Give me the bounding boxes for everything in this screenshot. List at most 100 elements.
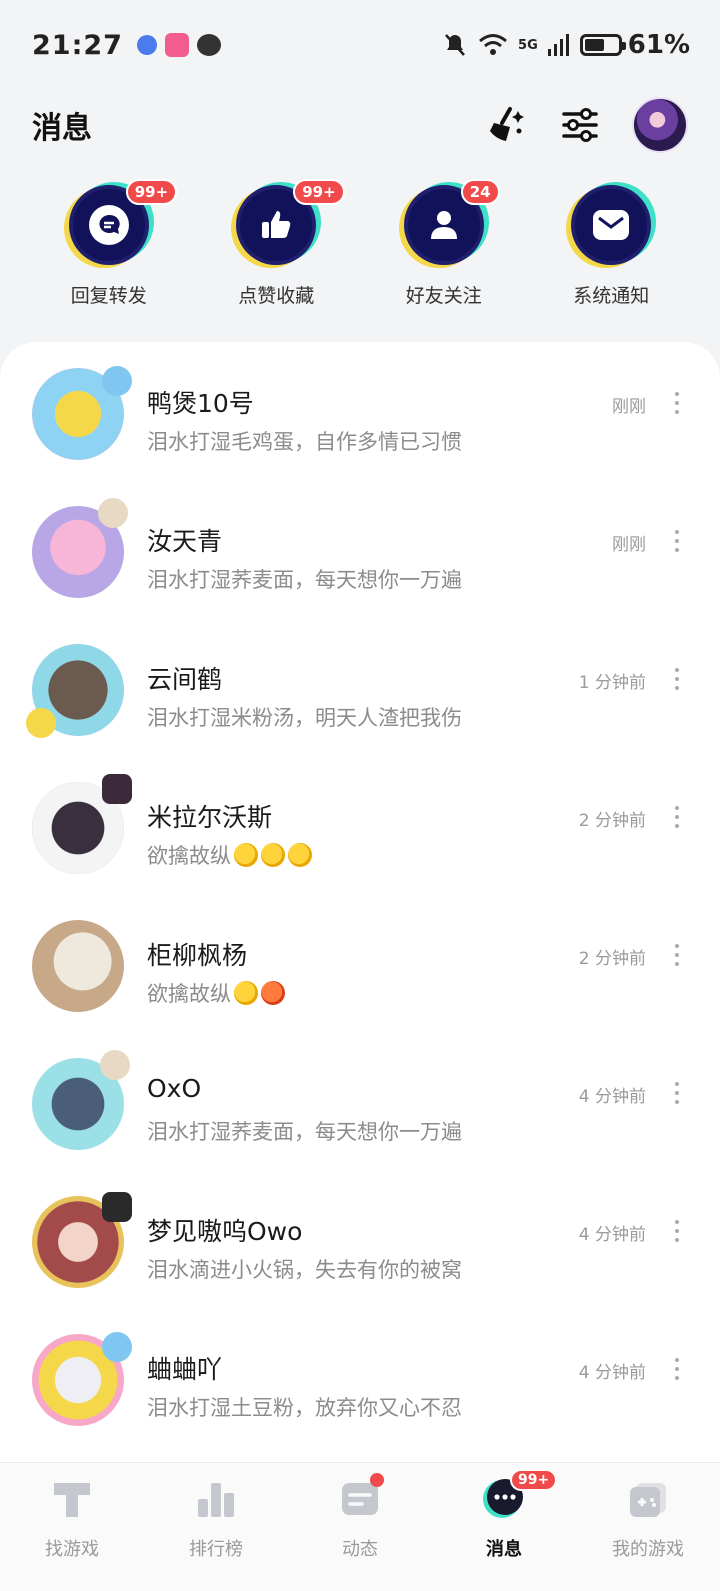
battery-level-fill	[584, 39, 605, 51]
category-badge: 24	[460, 179, 500, 205]
conversation-time: 刚刚	[612, 397, 646, 417]
conversation-name: OxO	[147, 1074, 202, 1103]
network-type: 5G	[518, 37, 538, 53]
bilibili-icon	[164, 33, 189, 57]
conversation-name: 汝天青	[147, 527, 223, 556]
avatar[interactable]	[24, 912, 132, 1020]
tab-find-game[interactable]: 找游戏	[12, 1477, 132, 1591]
conversation-list: 鸭煲10号 泪水打湿毛鸡蛋，自作多情已习惯 刚刚 汝天青 泪水打湿荞麦面，每天想…	[0, 342, 720, 1462]
category-badge: 99+	[125, 179, 178, 205]
conversation-time: 2 分钟前	[578, 949, 646, 969]
conversation-preview: 泪水打湿荞麦面，每天想你一万遍	[147, 568, 462, 592]
tab-feed[interactable]: 动态	[300, 1473, 420, 1591]
category-system[interactable]: 系统通知	[536, 185, 686, 308]
fist-emoji-icon	[288, 843, 312, 867]
wifi-icon	[479, 34, 508, 55]
tab-ranking[interactable]: 排行榜	[156, 1477, 276, 1591]
conversation-preview: 欲擒故纵	[147, 978, 285, 1008]
mute-icon	[445, 34, 465, 56]
status-bar: 21:27 5G 61%	[0, 0, 720, 90]
conversation-preview: 泪水滴进小火锅，失去有你的被窝	[147, 1258, 462, 1282]
message-categories: 99+ 回复转发 99+ 点赞收藏 24 好友关注 系统通知	[0, 179, 720, 308]
avatar[interactable]	[24, 1326, 132, 1434]
conversation-item[interactable]: 柜柳枫杨 欲擒故纵 2 分钟前	[0, 912, 720, 1050]
page-title: 消息	[32, 111, 92, 146]
more-options-icon[interactable]	[674, 392, 680, 414]
conversation-preview: 泪水打湿米粉汤，明天人渣把我伤	[147, 706, 462, 730]
conversation-item[interactable]: 梦见嗷呜Owo 泪水滴进小火锅，失去有你的被窝 4 分钟前	[0, 1188, 720, 1326]
conversation-time: 刚刚	[612, 535, 646, 555]
conversation-name: 云间鹤	[147, 665, 223, 694]
conversation-item[interactable]: OxO 泪水打湿荞麦面，每天想你一万遍 4 分钟前	[0, 1050, 720, 1188]
bottom-nav: 找游戏 排行榜 动态 99+ 消息 我的游戏	[0, 1462, 720, 1591]
find-game-icon	[54, 1483, 90, 1517]
avatar[interactable]	[24, 1050, 132, 1158]
conversation-time: 1 分钟前	[578, 673, 646, 693]
conversation-name: 鸭煲10号	[147, 389, 254, 418]
more-options-icon[interactable]	[674, 668, 680, 690]
app-notification-icon	[136, 35, 157, 55]
conversation-name: 梦见嗷呜Owo	[147, 1217, 303, 1246]
nav-label: 动态	[342, 1539, 378, 1560]
avatar[interactable]	[24, 774, 132, 882]
more-options-icon[interactable]	[674, 806, 680, 828]
conversation-preview: 泪水打湿毛鸡蛋，自作多情已习惯	[147, 430, 462, 454]
nav-label: 排行榜	[189, 1539, 243, 1560]
conversation-time: 2 分钟前	[578, 811, 646, 831]
nav-label: 消息	[486, 1539, 522, 1560]
category-label: 系统通知	[573, 285, 650, 307]
sliders-icon	[562, 108, 598, 142]
category-label: 回复转发	[70, 285, 147, 307]
more-options-icon[interactable]	[674, 944, 680, 966]
category-label: 好友关注	[405, 285, 482, 307]
my-avatar[interactable]	[632, 97, 688, 153]
fist-emoji-icon	[234, 981, 258, 1005]
category-badge: 99+	[293, 179, 345, 205]
conversation-preview: 欲擒故纵	[147, 840, 312, 870]
more-options-icon[interactable]	[674, 530, 680, 552]
conversation-time: 4 分钟前	[578, 1087, 646, 1107]
tab-my-games[interactable]: 我的游戏	[588, 1477, 708, 1591]
status-time: 21:27	[32, 29, 123, 61]
conversation-item[interactable]: 云间鹤 泪水打湿米粉汤，明天人渣把我伤 1 分钟前	[0, 636, 720, 774]
mail-icon	[571, 185, 652, 265]
battery: 61%	[579, 30, 690, 60]
conversation-item[interactable]: 汝天青 泪水打湿荞麦面，每天想你一万遍 刚刚	[0, 498, 720, 636]
conversation-item[interactable]: 蛐蛐吖 泪水打湿土豆粉，放弃你又心不忍 4 分钟前	[0, 1326, 720, 1462]
battery-percent: 61%	[627, 30, 690, 60]
conversation-item[interactable]: 米拉尔沃斯 欲擒故纵 2 分钟前	[0, 774, 720, 912]
conversation-preview: 泪水打湿土豆粉，放弃你又心不忍	[147, 1396, 462, 1420]
more-options-icon[interactable]	[674, 1082, 680, 1104]
avatar[interactable]	[24, 1188, 132, 1296]
conversation-item[interactable]: 鸭煲10号 泪水打湿毛鸡蛋，自作多情已习惯 刚刚	[0, 360, 720, 498]
clear-unread-button[interactable]	[484, 103, 528, 147]
ranking-icon	[198, 1483, 234, 1517]
broom-icon	[490, 107, 524, 141]
category-label: 点赞收藏	[238, 285, 315, 307]
battery-icon	[579, 34, 626, 56]
more-options-icon[interactable]	[674, 1220, 680, 1242]
tab-messages[interactable]: 99+ 消息	[444, 1469, 564, 1591]
avatar[interactable]	[24, 498, 132, 606]
category-friends[interactable]: 24 好友关注	[369, 179, 519, 308]
conversation-name: 柜柳枫杨	[147, 941, 248, 970]
more-options-icon[interactable]	[674, 1358, 680, 1380]
signal-icon	[547, 34, 569, 56]
message-badge: 99+	[510, 1469, 558, 1491]
page-header: 消息	[0, 95, 720, 155]
unread-dot	[370, 1473, 384, 1487]
conversation-name: 米拉尔沃斯	[147, 803, 273, 832]
conversation-name: 蛐蛐吖	[147, 1355, 223, 1384]
conversation-time: 4 分钟前	[578, 1363, 646, 1383]
settings-button[interactable]	[558, 103, 602, 147]
avatar[interactable]	[24, 636, 132, 744]
category-likes[interactable]: 99+ 点赞收藏	[201, 179, 351, 308]
nav-label: 找游戏	[45, 1539, 99, 1560]
avatar[interactable]	[24, 360, 132, 468]
angry-emoji-icon	[261, 981, 285, 1005]
category-replies[interactable]: 99+ 回复转发	[34, 179, 184, 308]
fist-emoji-icon	[261, 843, 285, 867]
status-app-icons	[136, 33, 221, 57]
my-games-icon	[630, 1483, 666, 1517]
conversation-preview: 泪水打湿荞麦面，每天想你一万遍	[147, 1120, 462, 1144]
